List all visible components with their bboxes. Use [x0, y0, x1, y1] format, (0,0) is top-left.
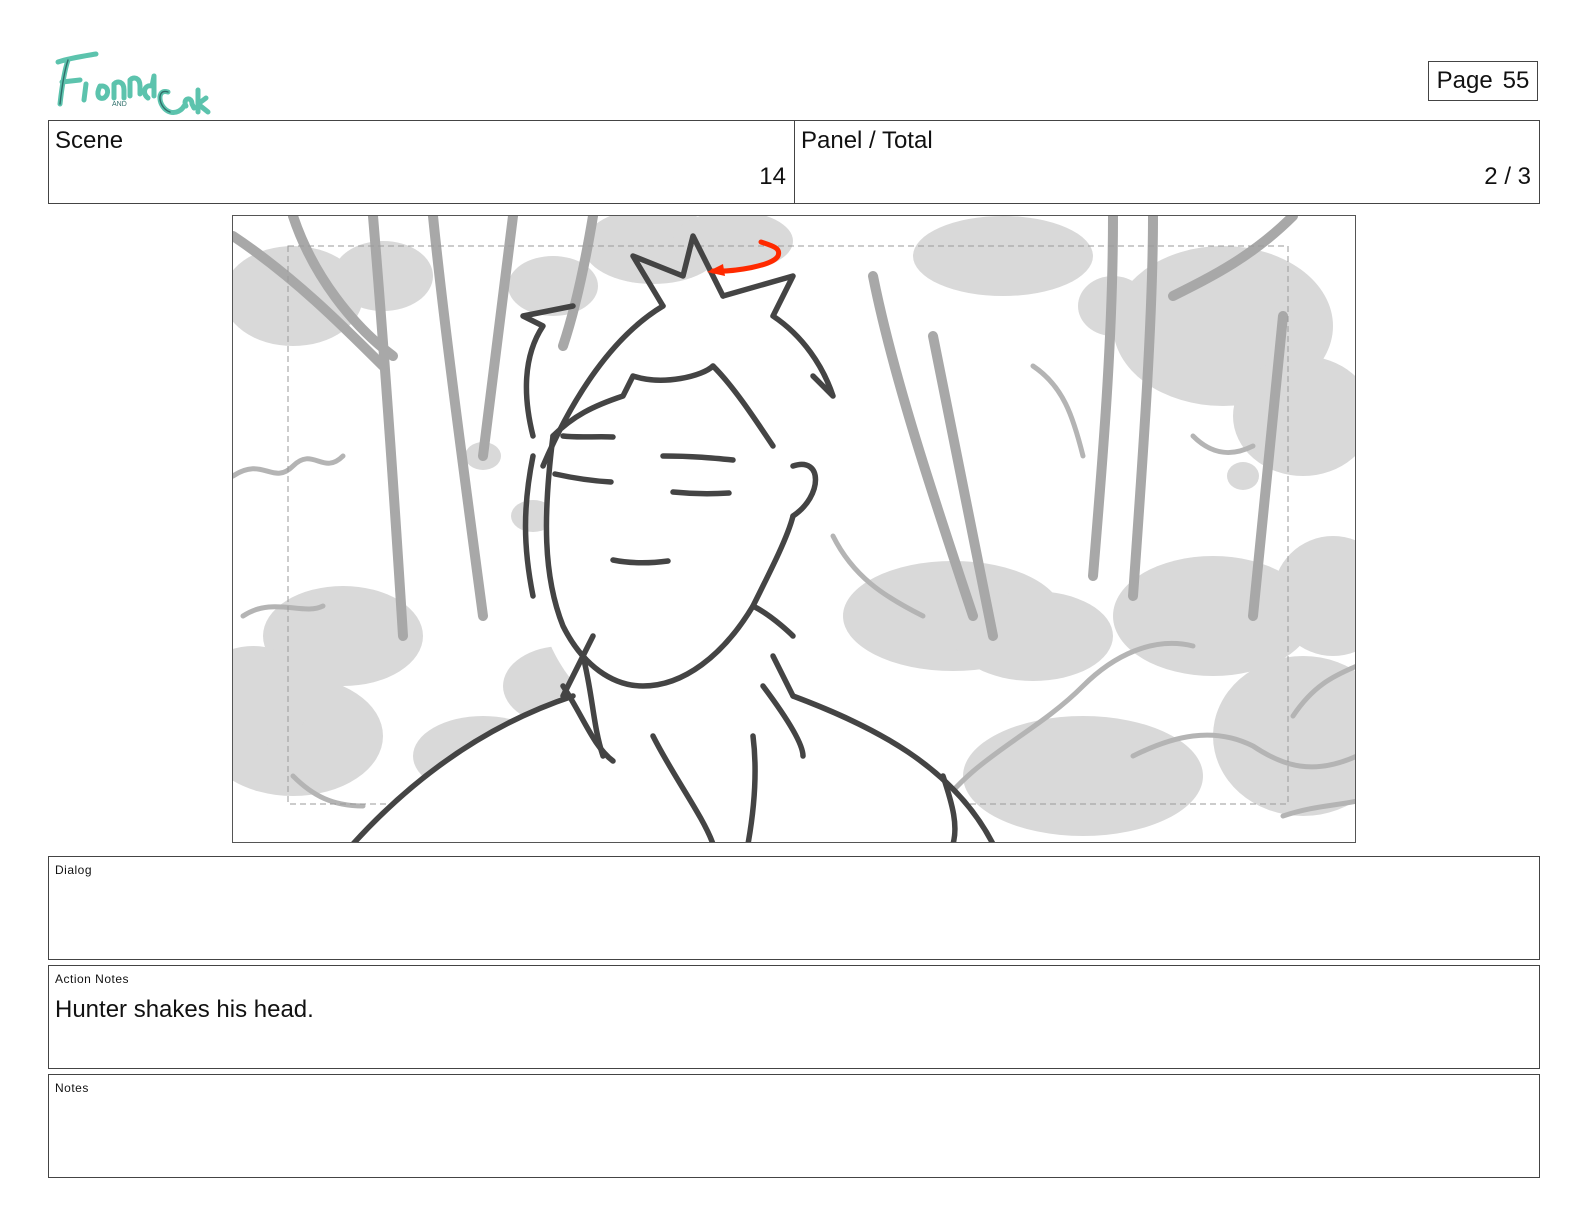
- storyboard-panel-image: [232, 215, 1356, 843]
- action-notes-box: Action Notes Hunter shakes his head.: [48, 965, 1540, 1069]
- notes-box: Notes: [48, 1074, 1540, 1178]
- page-number-box: Page 55: [1428, 61, 1538, 101]
- dialog-label: Dialog: [55, 863, 93, 877]
- page-label: Page: [1436, 67, 1493, 94]
- scene-label: Scene: [55, 127, 124, 154]
- scene-panel-header: Scene 14 Panel / Total 2 / 3: [48, 120, 1540, 204]
- panel-total-label: Panel / Total: [801, 127, 933, 154]
- action-notes-label: Action Notes: [55, 972, 130, 986]
- panel-cell: Panel / Total 2 / 3: [795, 121, 1539, 203]
- panel-total-value: 2 / 3: [1484, 163, 1531, 190]
- action-notes-text: Hunter shakes his head.: [55, 996, 314, 1023]
- scene-cell: Scene 14: [49, 121, 795, 203]
- fionna-and-cake-logo: AND: [52, 46, 212, 118]
- svg-text:AND: AND: [112, 101, 127, 108]
- dialog-box: Dialog: [48, 856, 1540, 960]
- page-number: 55: [1502, 67, 1530, 94]
- scene-value: 14: [759, 163, 786, 190]
- notes-label: Notes: [55, 1081, 89, 1095]
